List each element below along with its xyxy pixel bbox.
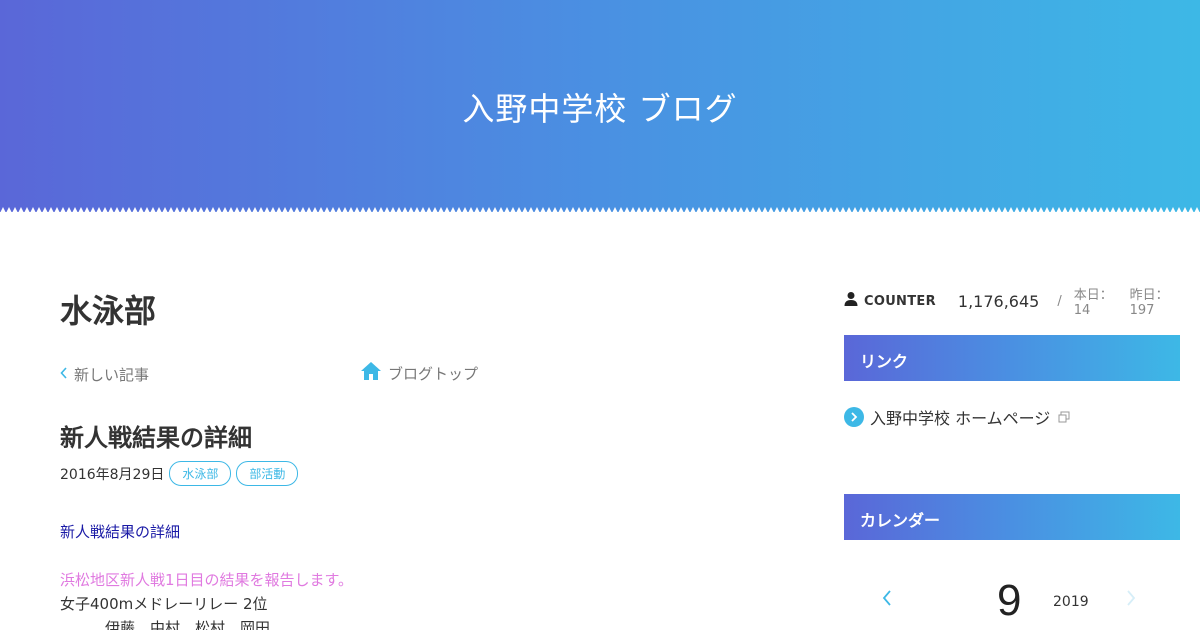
post-meta: 2016年8月29日 水泳部 部活動 <box>60 461 299 486</box>
body-line: 新人戦結果の詳細 <box>60 523 181 541</box>
site-title[interactable]: 入野中学校 ブログ <box>0 84 1200 130</box>
external-link-icon <box>1058 408 1070 427</box>
counter-yesterday: 昨日：197 <box>1129 288 1169 318</box>
post-title[interactable]: 新人戦結果の詳細 <box>60 418 252 453</box>
counter-label: COUNTER <box>864 293 936 309</box>
user-icon <box>844 291 858 311</box>
chevron-left-icon <box>60 366 68 383</box>
header-zigzag-edge <box>0 207 1200 213</box>
body-line: 伊藤 中村 松村 岡田 <box>105 619 271 630</box>
chevron-right-circle-icon <box>844 407 864 427</box>
home-icon <box>360 361 382 385</box>
counter-total: 1,176,645 <box>957 291 1040 311</box>
calendar-year: 2019 <box>1053 594 1089 610</box>
category-heading: 水泳部 <box>60 292 157 330</box>
tag-swim-club[interactable]: 水泳部 <box>169 461 232 486</box>
visitor-counter: COUNTER 1,176,645 / 本日：14 昨日：197 <box>844 284 1180 318</box>
blog-top-link[interactable]: ブログトップ <box>360 361 478 385</box>
calendar-month: 9 <box>997 576 1022 625</box>
newer-post-label: 新しい記事 <box>74 366 150 384</box>
tag-club-activities[interactable]: 部活動 <box>236 461 299 486</box>
links-widget-title: リンク <box>844 335 1180 381</box>
link-label: 入野中学校 ホームページ <box>870 409 1051 428</box>
calendar-prev-month-icon[interactable] <box>882 590 892 610</box>
site-header: 入野中学校 ブログ <box>0 0 1200 213</box>
body-line: 女子400mメドレーリレー 2位 <box>60 595 268 613</box>
newer-post-link[interactable]: 新しい記事 <box>60 364 149 385</box>
post-date: 2016年8月29日 <box>60 466 165 483</box>
counter-today: 本日：14 <box>1073 288 1113 318</box>
calendar-widget-title: カレンダー <box>844 494 1180 540</box>
blog-top-label: ブログトップ <box>388 364 479 383</box>
counter-separator: / <box>1057 293 1062 309</box>
link-school-homepage[interactable]: 入野中学校 ホームページ <box>844 405 1070 429</box>
body-line: 浜松地区新人戦1日目の結果を報告します。 <box>60 571 354 589</box>
calendar-next-month-icon[interactable] <box>1126 590 1136 610</box>
post-body: 新人戦結果の詳細 浜松地区新人戦1日目の結果を報告します。 女子400mメドレー… <box>60 520 353 630</box>
